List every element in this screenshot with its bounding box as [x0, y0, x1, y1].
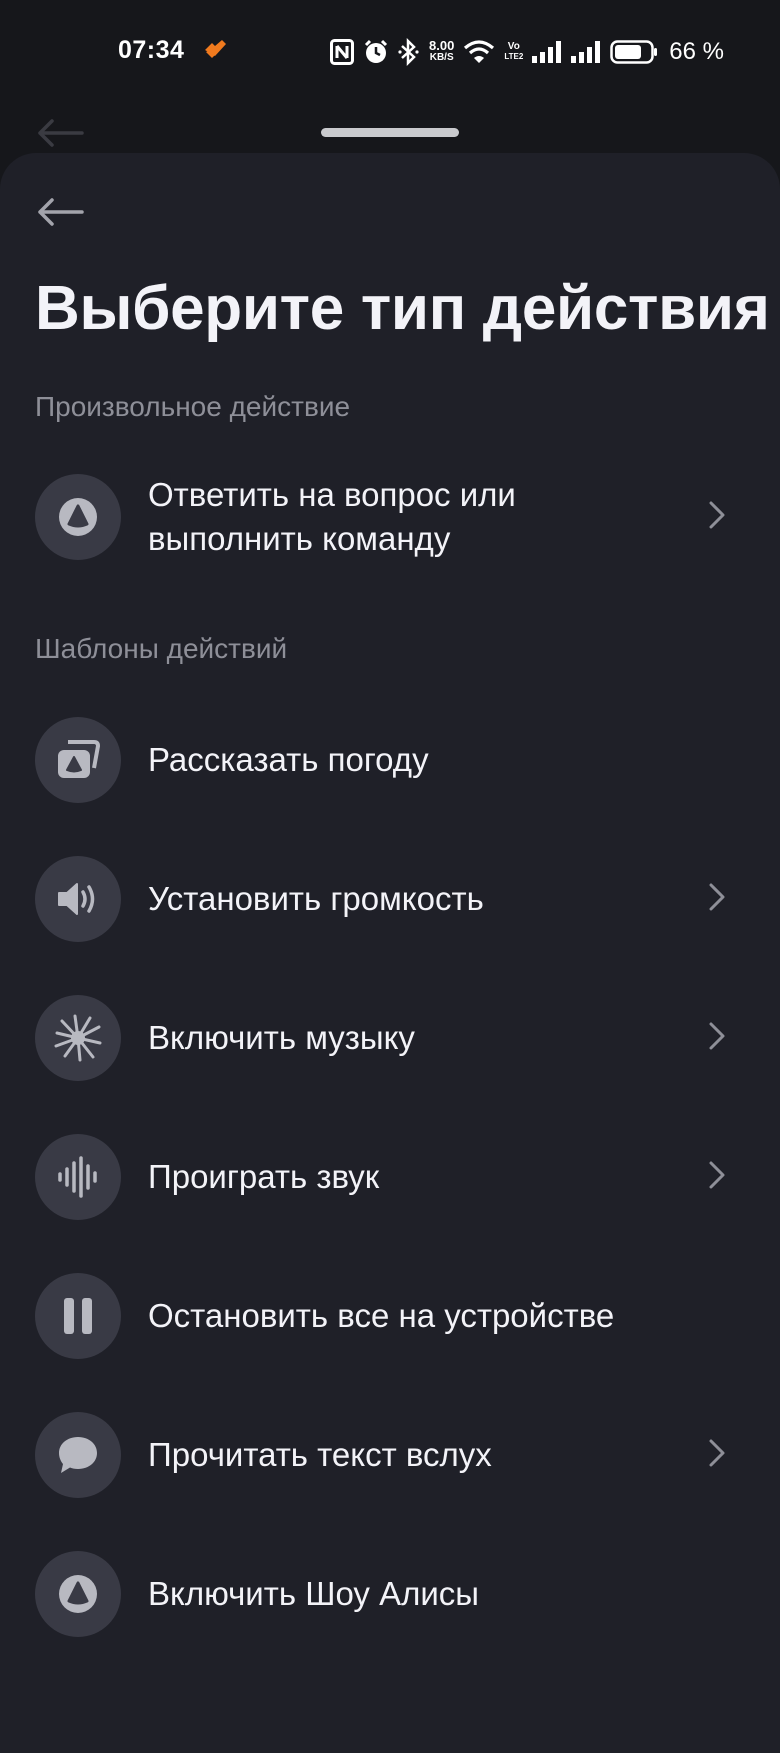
item-label: Проиграть звук [148, 1158, 380, 1195]
list-item-weather[interactable]: Рассказать погоду [0, 710, 780, 810]
chevron-right-icon [708, 1160, 726, 1195]
list-item-stop-all[interactable]: Остановить все на устройстве [0, 1266, 780, 1366]
status-icons: 8.00 KB/S Vo LTE2 66 % [330, 36, 724, 68]
signal-icon [532, 41, 562, 63]
alarm-icon [364, 39, 388, 63]
status-bar: 07:34 8.00 KB/S Vo LTE2 66 % [0, 0, 780, 104]
nfc-icon [330, 39, 355, 65]
net-speed-value: 8.00 [429, 38, 455, 53]
wifi-icon [464, 40, 495, 63]
signal-icon-2 [571, 41, 601, 63]
list-item-music[interactable]: Включить музыку [0, 988, 780, 1088]
sound-wave-icon [35, 1134, 121, 1220]
music-icon [35, 995, 121, 1081]
alice-icon [35, 474, 121, 560]
bluetooth-icon [398, 38, 419, 66]
sheet-drag-handle[interactable] [321, 128, 459, 137]
list-item-sound[interactable]: Проиграть звук [0, 1127, 780, 1227]
volte-indicator: Vo LTE2 [504, 42, 523, 62]
chevron-right-icon [708, 1438, 726, 1473]
list-item-read-aloud[interactable]: Прочитать текст вслух [0, 1405, 780, 1505]
item-label: Включить музыку [148, 1019, 415, 1056]
net-speed-unit: KB/S [429, 52, 454, 63]
item-label: Установить громкость [148, 880, 484, 917]
item-label: Рассказать погоду [148, 741, 429, 778]
battery-percent: 66 % [669, 38, 724, 65]
chevron-right-icon [708, 882, 726, 917]
item-label: Остановить все на устройстве [148, 1297, 615, 1334]
app-notification-icon [202, 38, 228, 67]
list-item-answer-question[interactable]: Ответить на вопрос или выполнить команду [0, 467, 780, 567]
section-label-custom: Произвольное действие [35, 391, 351, 422]
section-label-templates: Шаблоны действий [35, 633, 288, 664]
chevron-right-icon [708, 500, 726, 535]
volte-top: Vo [507, 41, 520, 52]
speech-bubble-icon [35, 1412, 121, 1498]
weather-icon [35, 717, 121, 803]
item-label: Прочитать текст вслух [148, 1436, 492, 1473]
net-speed: 8.00 KB/S [429, 38, 455, 64]
item-label: Включить Шоу Алисы [148, 1575, 480, 1612]
back-arrow-icon[interactable] [36, 197, 84, 232]
volte-bottom: LTE2 [504, 52, 524, 61]
list-item-alice-show[interactable]: Включить Шоу Алисы [0, 1544, 780, 1644]
battery-icon [610, 40, 658, 64]
pause-icon [35, 1273, 121, 1359]
page-title: Выберите тип действия [35, 274, 770, 343]
chevron-right-icon [708, 1021, 726, 1056]
alice-icon [35, 1551, 121, 1637]
list-item-volume[interactable]: Установить громкость [0, 849, 780, 949]
status-time: 07:34 [118, 36, 185, 64]
background-back-arrow-icon [36, 118, 84, 153]
action-type-sheet: Выберите тип действия Произвольное дейст… [0, 153, 780, 1753]
volume-icon [35, 856, 121, 942]
item-label: Ответить на вопрос или выполнить команду [148, 476, 516, 557]
